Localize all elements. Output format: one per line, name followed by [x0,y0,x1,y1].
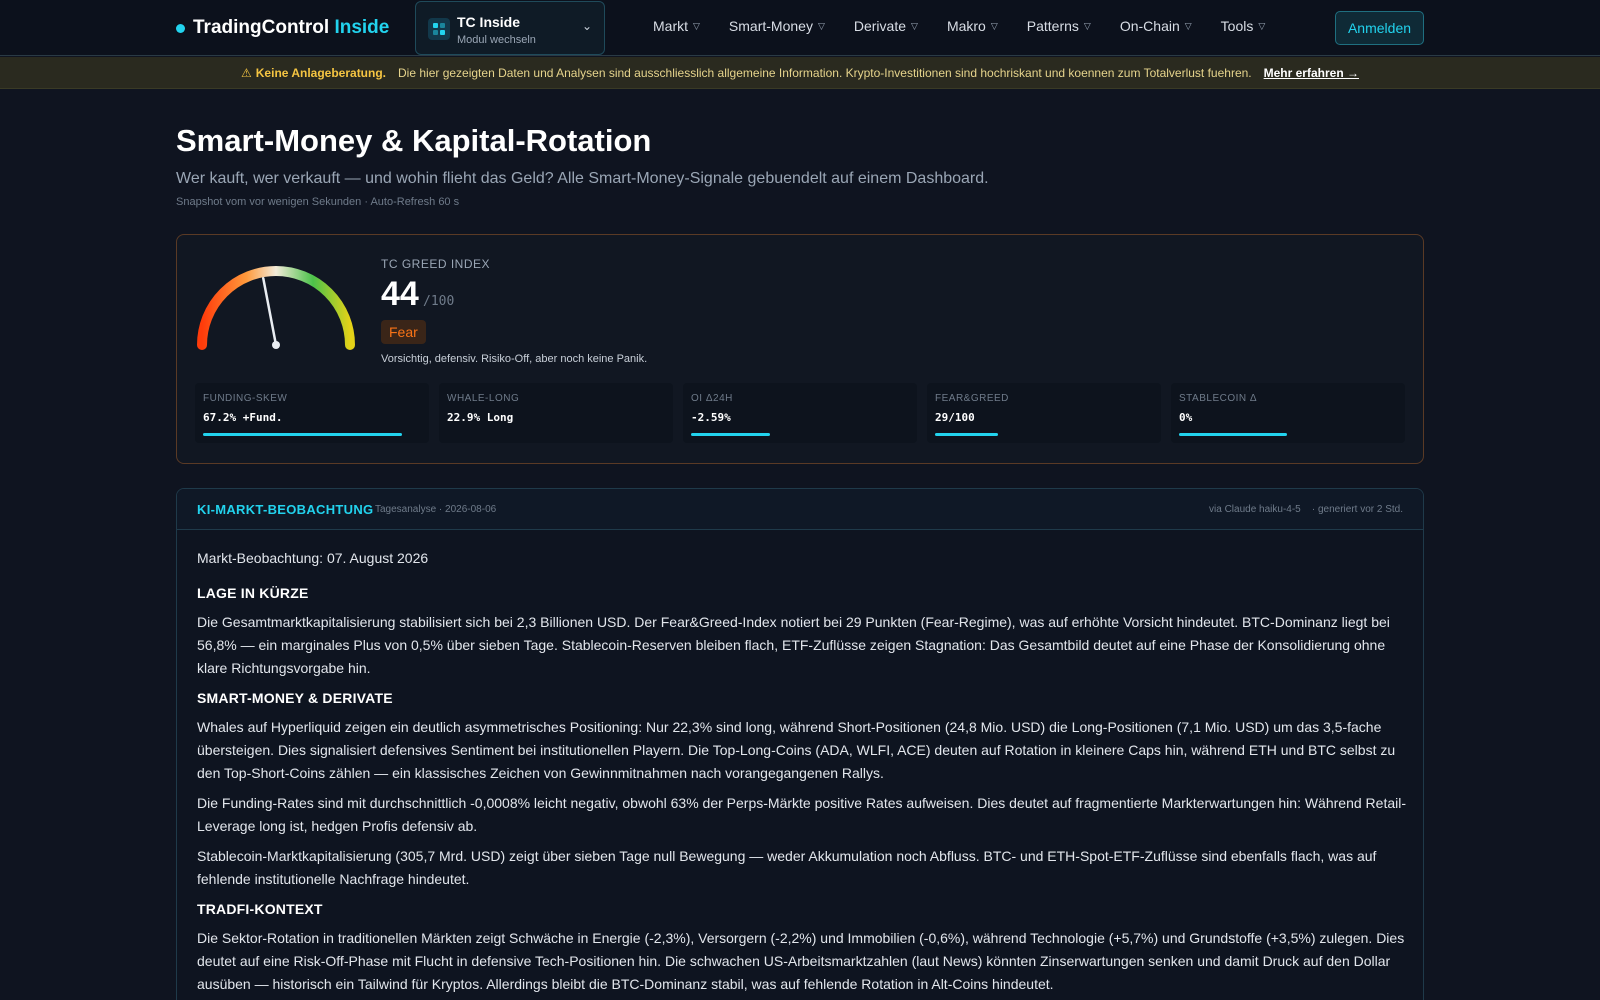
nav-item-markt[interactable]: Markt ▽ [653,18,700,34]
nav-label: Markt [653,18,688,34]
ai-card-title: KI-MARKT-BEOBACHTUNG [197,502,374,517]
brand-main-text: TradingControl [193,17,330,38]
disclaimer-banner: ⚠ Keine Anlageberatung. Die hier gezeigt… [0,57,1600,89]
nav-label: Derivate [853,18,907,34]
metric-value: 29/100 [935,411,975,424]
nav-item-derivate[interactable]: Derivate ▽ [854,18,918,34]
section-heading-tradfi: TRADFI-KONTEXT [197,901,323,917]
nav-item-smart-money[interactable]: Smart-Money ▽ [729,18,825,34]
metric-label: STABLECOIN Δ [1179,393,1258,404]
module-grid-icon [428,18,450,40]
snapshot-meta: Snapshot vom vor wenigen Sekunden · Auto… [176,196,460,208]
metric-value: 67.2% +Fund. [203,411,283,424]
ai-card-source: via Claude haiku-4-5 · generiert vor 2 S… [1209,504,1403,515]
ai-market-observation-card: KI-MARKT-BEOBACHTUNG Tagesanalyse · 2026… [176,488,1424,1000]
metric-value: 0% [1179,411,1193,424]
main-nav: Markt ▽ Smart-Money ▽ Derivate ▽ Makro ▽ Pat… [653,18,1294,34]
section-heading-lage: LAGE IN KÜRZE [197,585,309,601]
metric-whale-long: WHALE-LONG 22.9% Long [439,383,673,443]
nav-label: Makro [946,18,986,34]
gauge-arc [197,266,355,350]
greed-index-card: TC GREED INDEX 44 /100 Fear Vorsichtig, … [176,234,1424,464]
metric-bar-track [447,433,650,436]
login-button[interactable]: Anmelden [1335,11,1424,45]
metric-bar [691,433,771,436]
chevron-down-icon: ▽ [693,20,700,31]
metric-bar [935,433,998,436]
metric-label: FUNDING-SKEW [203,393,288,404]
warning-icon: ⚠ [241,65,252,80]
disclaimer-text: Die hier gezeigten Daten und Analysen si… [398,65,1252,80]
metric-funding-skew: FUNDING-SKEW 67.2% +Fund. [195,383,429,443]
section-paragraph: Whales auf Hyperliquid zeigen ein deutli… [197,719,1396,781]
section-paragraph: Die Sektor-Rotation in traditionellen Mä… [197,930,1405,992]
ai-card-body: Markt-Beobachtung: 07. August 2026 LAGE … [197,547,1407,1000]
metric-stablecoin-delta: STABLECOIN Δ 0% [1171,383,1405,443]
disclaimer-title: Keine Anlageberatung. [255,65,387,80]
page-subtitle: Wer kauft, wer verkauft — und wohin flie… [176,170,989,187]
module-subtitle: Modul wechseln [457,34,536,46]
chevron-down-icon: ▽ [1083,20,1091,31]
sentiment-description: Vorsichtig, defensiv. Risiko-Off, aber n… [381,353,648,365]
brand-logo[interactable]: TradingControl Inside [176,17,389,39]
greed-gauge [197,266,355,350]
nav-label: Smart-Money [728,18,813,34]
analysis-intro: Markt-Beobachtung: 07. August 2026 [197,550,429,566]
nav-item-makro[interactable]: Makro ▽ [947,18,998,34]
greed-index-label: TC GREED INDEX [381,257,491,271]
sentiment-badge: Fear [381,320,426,344]
nav-item-on-chain[interactable]: On-Chain ▽ [1120,18,1192,34]
nav-label: Patterns [1026,18,1079,34]
metric-oi-delta: OI Δ24H -2.59% [683,383,917,443]
learn-more-link[interactable]: Mehr erfahren → [1264,66,1359,80]
metric-value: -2.59% [691,411,731,424]
page-title: Smart-Money & Kapital-Rotation [176,123,652,158]
section-paragraph: Stablecoin-Marktkapitalisierung (305,7 M… [197,848,1377,887]
nav-label: Tools [1220,18,1254,34]
nav-label: On-Chain [1119,18,1180,34]
section-paragraph: Die Funding-Rates sind mit durchschnittl… [197,795,1406,834]
chevron-down-icon: ▽ [1184,20,1192,31]
metric-label: FEAR&GREED [935,393,1009,404]
top-navigation-bar: TradingControl Inside TC Inside Modul we… [0,0,1600,56]
gauge-needle [262,276,278,347]
metric-fear-greed: FEAR&GREED 29/100 [927,383,1161,443]
section-heading-smart-money: SMART-MONEY & DERIVATE [197,690,393,706]
chevron-down-icon: ▽ [990,20,998,31]
ai-card-date: Tagesanalyse · 2026-08-06 [375,504,497,515]
metric-label: WHALE-LONG [447,393,520,404]
metric-label: OI Δ24H [691,393,733,404]
metrics-row: FUNDING-SKEW 67.2% +Fund. WHALE-LONG 22.… [195,383,1405,443]
metric-bar-track [691,433,894,436]
chevron-down-icon: ▽ [1258,20,1266,31]
chevron-down-icon: ▽ [817,20,825,31]
greed-index-value: 44 [381,275,419,313]
greed-index-max: /100 [423,294,455,309]
chevron-down-icon: ⌄ [581,19,592,33]
ai-card-header: KI-MARKT-BEOBACHTUNG Tagesanalyse · 2026… [177,489,1423,530]
nav-item-tools[interactable]: Tools ▽ [1221,18,1266,34]
brand-name: TradingControl Inside [193,17,389,39]
module-switcher[interactable]: TC Inside Modul wechseln ⌄ [415,1,605,55]
brand-accent-text: Inside [334,17,390,38]
chevron-down-icon: ▽ [911,20,918,31]
metric-bar [1179,433,1287,436]
module-title: TC Inside [457,14,521,30]
section-paragraph: Die Gesamtmarktkapitalisierung stabilisi… [197,614,1390,676]
metric-bar-track [1179,433,1382,436]
gauge-pivot [272,341,280,349]
metric-bar-track [203,433,406,436]
nav-item-patterns[interactable]: Patterns ▽ [1027,18,1091,34]
metric-bar-track [935,433,1138,436]
brand-dot-icon [176,23,185,33]
metric-bar [203,433,402,436]
metric-value: 22.9% Long [447,411,514,424]
